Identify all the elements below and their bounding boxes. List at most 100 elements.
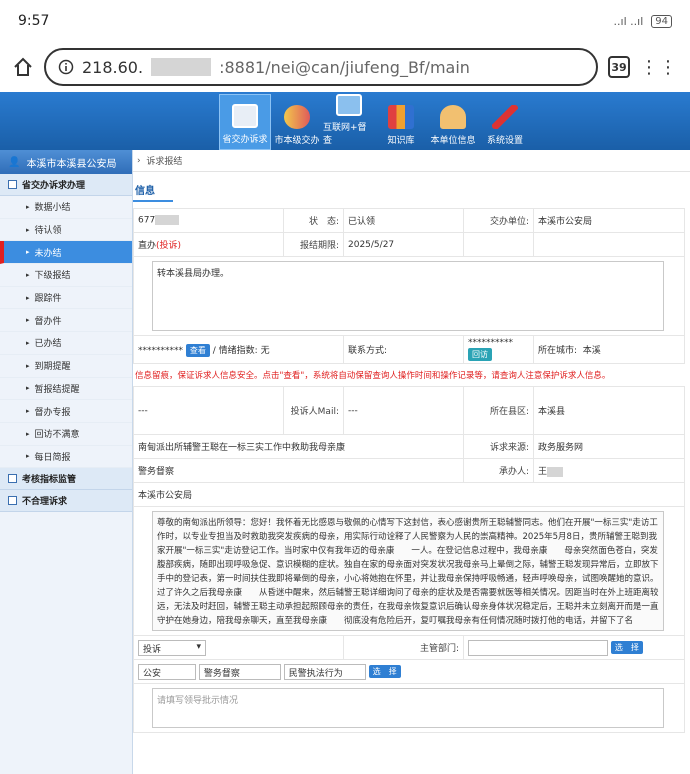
group-label: 省交办诉求办理 xyxy=(22,181,86,191)
sidebar-group-kpi[interactable]: 考核指标监管 xyxy=(0,468,132,491)
type-tag: (投诉) xyxy=(156,241,182,251)
bullet-icon: ▸ xyxy=(26,248,30,257)
user-icon: 👤 xyxy=(8,156,21,168)
instruction-text: 转本溪县局办理。 xyxy=(152,261,664,331)
tags-cell: 公安 警务督察 民警执法行为 选 择 xyxy=(133,659,685,684)
city-cell: 所在城市: 本溪 xyxy=(533,335,685,364)
people-icon xyxy=(284,105,310,129)
item-label: 下级报结 xyxy=(34,271,71,282)
select-button-2[interactable]: 选 择 xyxy=(368,665,401,678)
sidebar-group-provincial[interactable]: 省交办诉求办理 xyxy=(0,174,132,196)
status-value: 已认领 xyxy=(343,208,464,233)
type-value: 直办 xyxy=(138,241,157,251)
breadcrumb-current: 诉求报结 xyxy=(146,157,183,167)
bullet-icon: ▸ xyxy=(26,361,30,370)
select-button[interactable]: 选 择 xyxy=(610,641,643,654)
emotion-label: / 情绪指数: xyxy=(212,345,258,356)
nav-knowledge[interactable]: 知识库 xyxy=(375,94,427,150)
item-label: 督办专报 xyxy=(34,407,71,418)
group-icon xyxy=(8,496,17,506)
main-content: › 诉求报结 信息 677 状 态: 已认领 交办单位: 本溪市公安局 直办(投… xyxy=(133,150,690,774)
sidebar-item-unsatisfied[interactable]: ▸ 回访不满意 xyxy=(0,423,132,446)
sidebar-title-text: 本溪市本溪县公安局 xyxy=(26,158,117,170)
home-icon[interactable] xyxy=(12,56,34,78)
bullet-icon: ▸ xyxy=(26,429,30,438)
leader-comment-input[interactable]: 请填写领导批示情况 xyxy=(152,688,664,728)
browser-address-bar: 218.60.:8881/nei@can/jiufeng_Bf/main 39 … xyxy=(0,42,690,92)
tag-input-1[interactable]: 公安 xyxy=(138,663,196,680)
nav-city[interactable]: 市本级交办 xyxy=(271,94,323,150)
bullet-icon: ▸ xyxy=(26,202,30,211)
sidebar-item-sub-report[interactable]: ▸ 下级报结 xyxy=(0,264,132,287)
sidebar-item-done[interactable]: ▸ 已办结 xyxy=(0,332,132,355)
type-cell: 直办(投诉) xyxy=(133,232,284,257)
group-label: 不合理诉求 xyxy=(22,497,68,508)
sidebar-item-tracking[interactable]: ▸ 跟踪件 xyxy=(0,287,132,310)
sidebar-item-special[interactable]: ▸ 督办专报 xyxy=(0,400,132,423)
view-button[interactable]: 查看 xyxy=(185,343,210,357)
sidebar-item-due[interactable]: ▸ 到期提醒 xyxy=(0,355,132,378)
tag-input-2[interactable]: 警务督察 xyxy=(198,663,281,680)
sidebar-title: 👤 本溪市本溪县公安局 xyxy=(0,150,132,174)
section-title: 信息 xyxy=(133,178,173,202)
sidebar-item-temp[interactable]: ▸ 暂报结提醒 xyxy=(0,378,132,401)
nav-internet[interactable]: 互联网+督查 xyxy=(323,94,375,150)
item-label: 待认领 xyxy=(34,226,62,237)
item-label: 回访不满意 xyxy=(34,430,80,441)
nav-settings[interactable]: 系统设置 xyxy=(479,94,531,150)
mail-value: --- xyxy=(343,386,464,435)
bullet-icon: ▸ xyxy=(26,338,30,347)
tag-input-3[interactable]: 民警执法行为 xyxy=(283,663,366,680)
clock: 9:57 xyxy=(18,13,50,29)
books-icon xyxy=(388,105,414,129)
sidebar-item-daily[interactable]: ▸ 每日简报 xyxy=(0,446,132,469)
more-menu-icon[interactable]: ⋮⋮ xyxy=(640,57,678,78)
dept-value: 本溪市公安局 xyxy=(133,482,685,507)
supervisor-input[interactable] xyxy=(468,639,608,656)
tools-icon xyxy=(492,105,518,129)
breadcrumb: › 诉求报结 xyxy=(133,150,690,172)
info-icon[interactable] xyxy=(58,59,74,75)
complaint-type-cell: 投诉 ▾ xyxy=(133,635,344,660)
nav-unit[interactable]: 本单位信息 xyxy=(427,94,479,150)
nav-label: 市本级交办 xyxy=(274,136,320,146)
item-label: 跟踪件 xyxy=(34,294,62,305)
unit-label: 交办单位: xyxy=(463,208,534,233)
city-label: 所在城市: xyxy=(538,346,578,356)
masked-contact: ********** xyxy=(468,338,513,348)
unit-value: 本溪市公安局 xyxy=(533,208,685,233)
item-label: 已办结 xyxy=(34,339,62,350)
sidebar-item-unfinished[interactable]: ▸ 未办结 xyxy=(0,241,132,265)
case-form: 677 状 态: 已认领 交办单位: 本溪市公安局 直办(投诉) 报结期限: 2… xyxy=(133,208,685,364)
item-label: 数据小结 xyxy=(34,203,71,214)
callback-button[interactable]: 回访 xyxy=(468,348,492,361)
complaint-type-select[interactable]: 投诉 ▾ xyxy=(138,639,206,656)
sidebar-item-summary[interactable]: ▸ 数据小结 xyxy=(0,196,132,219)
case-id: 677 xyxy=(138,215,156,226)
comment-cell: 请填写领导批示情况 xyxy=(133,683,685,733)
bullet-icon: ▸ xyxy=(26,452,30,461)
bullet-icon: ▸ xyxy=(26,225,30,234)
tab-count-button[interactable]: 39 xyxy=(608,56,630,78)
url-path: :8881/nei@can/jiufeng_Bf/main xyxy=(219,57,470,77)
group-icon xyxy=(8,180,17,189)
contact-value-cell: ********** 回访 xyxy=(463,335,534,364)
phone-status-bar: 9:57 ..ıl ..ıl 94 xyxy=(0,0,690,42)
redacted-ip xyxy=(151,58,212,76)
supervisor-label: 主管部门: xyxy=(343,635,464,660)
signal-icon: ..ıl ..ıl xyxy=(613,14,644,28)
nav-label: 互联网+督查 xyxy=(323,123,367,146)
sidebar-item-pending[interactable]: ▸ 待认领 xyxy=(0,219,132,242)
app-window: 省交办诉求 市本级交办 互联网+督查 知识库 本单位信息 系统设置 👤 本溪市本溪… xyxy=(0,92,690,774)
content-cell: 尊敬的南甸派出所领导：您好！我怀着无比感恩与敬佩的心情写下这封信，表心感谢贵所王… xyxy=(133,506,685,636)
sidebar-group-unreasonable[interactable]: 不合理诉求 xyxy=(0,490,132,513)
handler-cell: 王 xyxy=(533,458,685,483)
url-field[interactable]: 218.60.:8881/nei@can/jiufeng_Bf/main xyxy=(44,48,598,86)
privacy-cell: ********** 查看 / 情绪指数: 无 xyxy=(133,335,344,364)
id-cell: 677 xyxy=(133,208,284,233)
contact-label: 联系方式: xyxy=(348,346,388,356)
nav-provincial[interactable]: 省交办诉求 xyxy=(219,94,271,150)
sidebar-item-supervise[interactable]: ▸ 督办件 xyxy=(0,309,132,333)
redacted xyxy=(155,215,180,226)
breadcrumb-sep: › xyxy=(137,155,141,166)
